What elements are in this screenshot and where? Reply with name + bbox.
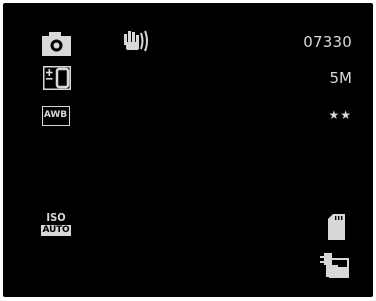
hand-shake-icon xyxy=(124,30,148,52)
awb-icon: AWB xyxy=(42,106,70,126)
iso-label: ISO xyxy=(46,211,66,224)
sd-card-icon xyxy=(328,214,345,240)
camera-viewfinder-screen: AWB 07330 5M ★★ ISO AUTO xyxy=(0,0,376,301)
print-transfer-icon xyxy=(320,253,349,278)
image-resolution: 5M xyxy=(329,69,353,87)
iso-indicator: ISO AUTO xyxy=(41,212,71,242)
image-quality-stars: ★★ xyxy=(328,108,352,122)
shots-remaining-counter: 07330 xyxy=(303,33,352,51)
awb-label: AWB xyxy=(43,110,68,120)
iso-value: AUTO xyxy=(41,225,71,236)
exposure-compensation-icon xyxy=(43,66,71,90)
camera-icon xyxy=(42,32,71,56)
